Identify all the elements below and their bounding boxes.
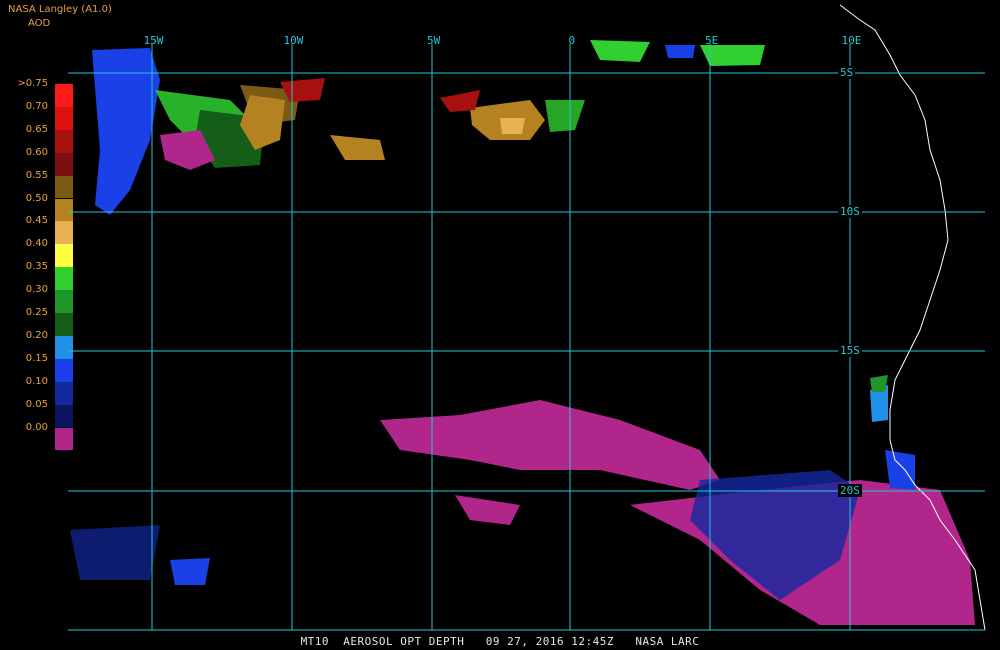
plume-lightgold-central xyxy=(500,118,525,134)
latitude-label: 20S xyxy=(838,484,862,497)
longitude-label: 5W xyxy=(427,34,441,47)
plume-blue-coast xyxy=(885,450,915,490)
plume-blue-top xyxy=(665,45,695,58)
plume-magenta-south xyxy=(380,400,720,490)
longitude-label: 10E xyxy=(841,34,862,47)
longitude-label: 5E xyxy=(705,34,719,47)
map-caption: MT10 AEROSOL OPT DEPTH 09 27, 2016 12:45… xyxy=(300,635,700,648)
latitude-label: 10S xyxy=(838,205,862,218)
longitude-label: 15W xyxy=(143,34,164,47)
plume-green-top xyxy=(590,40,650,62)
latitude-label: 5S xyxy=(838,66,856,79)
plume-gold-mid xyxy=(330,135,385,160)
map-canvas xyxy=(68,4,986,631)
latitude-label: 15S xyxy=(838,344,862,357)
plume-blue-s xyxy=(170,558,210,585)
plume-magenta-sw xyxy=(455,495,520,525)
plume-green-coast xyxy=(870,375,888,392)
longitude-label: 10W xyxy=(283,34,304,47)
plume-red-central xyxy=(440,90,480,112)
plume-blue-sw xyxy=(70,525,160,580)
longitude-label: 0 xyxy=(568,34,576,47)
aerosol-plumes xyxy=(70,40,975,625)
plume-green-central xyxy=(545,100,585,132)
